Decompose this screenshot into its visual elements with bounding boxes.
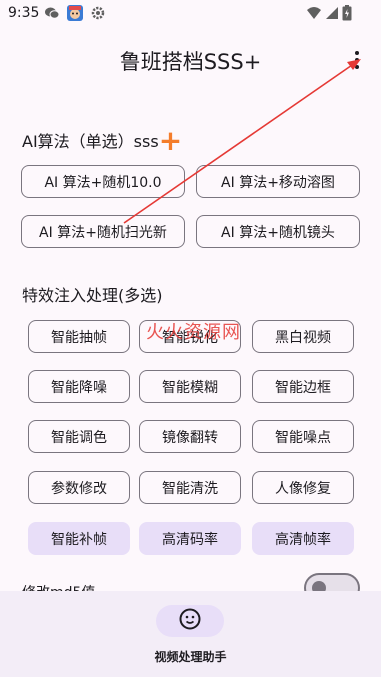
effect-chip[interactable]: 黑白视频 xyxy=(252,320,354,353)
plus-accent-icon: + xyxy=(158,124,183,157)
wechat-icon xyxy=(44,5,60,21)
page-title: 鲁班搭档SSS+ xyxy=(119,50,262,74)
more-vert-icon xyxy=(355,51,359,55)
effect-chip[interactable]: 参数修改 xyxy=(28,471,130,504)
effect-chip[interactable]: 高清码率 xyxy=(139,522,241,555)
bottom-navigation: 视频处理助手 xyxy=(0,591,381,677)
effect-chip[interactable]: 智能补帧 xyxy=(28,522,130,555)
ai-option-3[interactable]: AI 算法+随机扫光新 xyxy=(21,215,185,248)
effect-chip[interactable]: 镜像翻转 xyxy=(139,420,241,453)
wifi-icon xyxy=(306,5,322,21)
signal-icon xyxy=(324,5,340,21)
app-avatar-icon xyxy=(66,4,84,22)
nav-item-label: 视频处理助手 xyxy=(154,650,227,664)
ai-section-title-text: AI算法（单选）sss xyxy=(22,132,159,151)
status-bar: 9:35 xyxy=(0,0,381,26)
effect-chip[interactable]: 智能调色 xyxy=(28,420,130,453)
status-time: 9:35 xyxy=(8,5,40,21)
menu-dot xyxy=(355,58,359,62)
more-options-button[interactable] xyxy=(347,48,367,72)
effect-chip[interactable]: 智能模糊 xyxy=(139,370,241,403)
battery-icon xyxy=(342,5,352,21)
nav-item-video-assistant[interactable] xyxy=(156,605,224,637)
menu-dot xyxy=(355,65,359,69)
effect-chip[interactable]: 智能边框 xyxy=(252,370,354,403)
settings-gear-icon xyxy=(90,5,106,21)
ai-section-title: AI算法（单选）sss+ xyxy=(22,127,182,155)
effect-chip[interactable]: 高清帧率 xyxy=(252,522,354,555)
watermark-text: 火火资源网 xyxy=(146,322,241,343)
effect-chip[interactable]: 人像修复 xyxy=(252,471,354,504)
ai-option-1[interactable]: AI 算法+随机10.0 xyxy=(21,165,185,198)
effect-chip[interactable]: 智能抽帧 xyxy=(28,320,130,353)
effect-chip[interactable]: 智能清洗 xyxy=(139,471,241,504)
effect-chip[interactable]: 智能噪点 xyxy=(252,420,354,453)
effect-chip[interactable]: 智能降噪 xyxy=(28,370,130,403)
ai-option-2[interactable]: AI 算法+移动溶图 xyxy=(196,165,360,198)
effects-section-title: 特效注入处理(多选) xyxy=(22,286,163,305)
smiley-face-icon xyxy=(178,607,202,635)
ai-option-4[interactable]: AI 算法+随机镜头 xyxy=(196,215,360,248)
